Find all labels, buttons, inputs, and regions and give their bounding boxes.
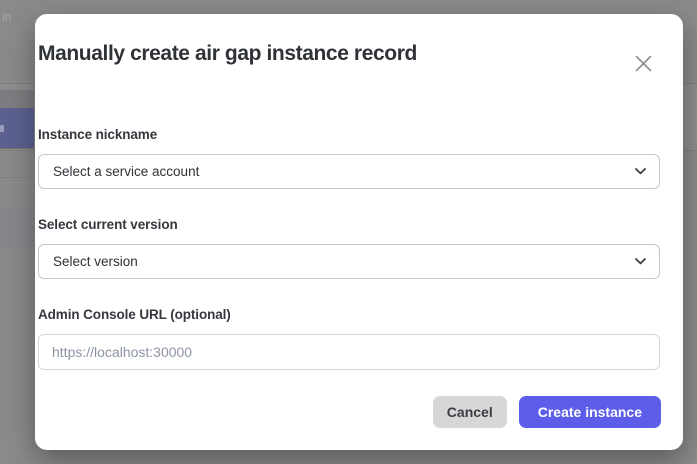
select-selected-value: Select version	[53, 254, 138, 269]
admin-console-url-input[interactable]	[38, 334, 660, 370]
current-version-select[interactable]: Select version	[38, 244, 660, 279]
close-button[interactable]	[629, 49, 657, 77]
background-divider	[0, 148, 34, 149]
instance-nickname-label: Instance nickname	[38, 127, 660, 143]
background-table-header	[0, 90, 34, 108]
field-admin-console-url: Admin Console URL (optional)	[38, 307, 660, 370]
field-instance-nickname: Instance nickname Select a service accou…	[38, 127, 660, 189]
close-icon	[635, 55, 652, 72]
cancel-button[interactable]: Cancel	[433, 396, 507, 428]
chevron-down-icon	[635, 258, 646, 265]
background-selected-row	[0, 108, 34, 148]
create-instance-button[interactable]: Create instance	[519, 396, 661, 428]
field-current-version: Select current version Select version	[38, 217, 660, 279]
background-divider	[0, 177, 34, 178]
create-air-gap-instance-modal: Manually create air gap instance record …	[35, 14, 683, 450]
screen: in Manually create air gap instance reco…	[0, 0, 697, 464]
select-selected-value: Select a service account	[53, 164, 199, 179]
current-version-label: Select current version	[38, 217, 660, 233]
modal-title: Manually create air gap instance record	[38, 40, 660, 68]
background-band	[0, 207, 34, 247]
admin-console-url-label: Admin Console URL (optional)	[38, 307, 660, 323]
modal-actions: Cancel Create instance	[433, 396, 661, 428]
background-row-marker	[0, 125, 4, 132]
chevron-down-icon	[635, 168, 646, 175]
background-partial-text: in	[2, 10, 11, 24]
instance-nickname-select[interactable]: Select a service account	[38, 154, 660, 189]
